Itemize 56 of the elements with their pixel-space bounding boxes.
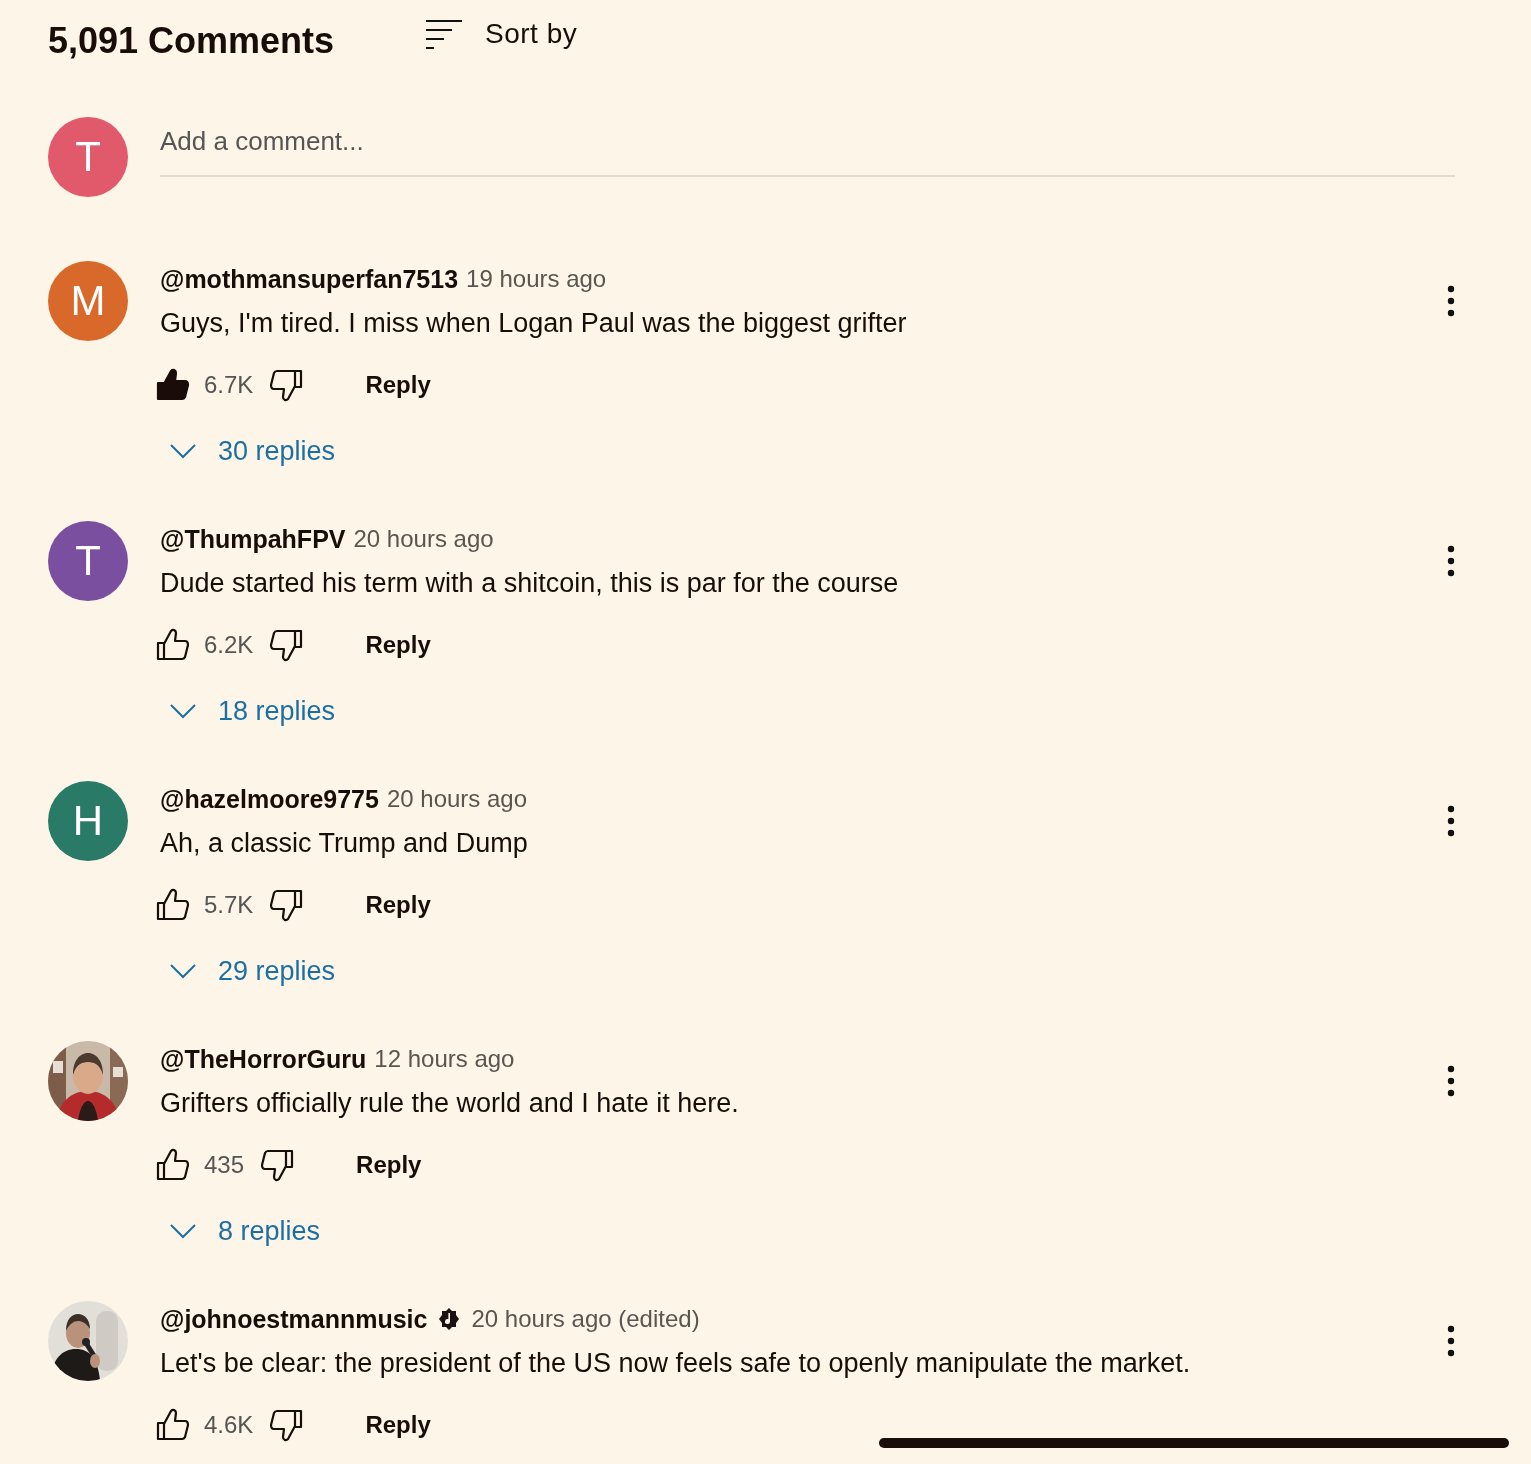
chevron-down-icon	[170, 963, 196, 979]
timestamp: 12 hours ago	[374, 1045, 515, 1073]
username-link[interactable]: @hazelmoore9775	[160, 784, 379, 814]
reply-button[interactable]: Reply	[365, 631, 431, 659]
more-options-icon[interactable]	[1447, 1325, 1455, 1357]
replies-toggle[interactable]: 8 replies	[160, 1203, 321, 1259]
more-options-icon[interactable]	[1447, 1065, 1455, 1097]
sort-icon	[425, 19, 463, 49]
chevron-down-icon	[170, 1223, 196, 1239]
chevron-down-icon	[170, 703, 196, 719]
like-count: 6.2K	[204, 631, 254, 659]
timestamp: 20 hours ago	[386, 785, 528, 813]
replies-toggle[interactable]: 18 replies	[160, 683, 336, 739]
thumbs-up-icon[interactable]	[156, 367, 192, 403]
thumbs-up-icon[interactable]	[156, 887, 192, 923]
replies-toggle[interactable]: 30 replies	[160, 423, 336, 479]
avatar: T	[48, 117, 128, 197]
thumbs-down-icon[interactable]	[267, 887, 304, 923]
username-link[interactable]: @ThumpahFPV	[160, 524, 346, 554]
replies-toggle[interactable]: 29 replies	[160, 943, 336, 999]
thumbs-down-icon[interactable]	[267, 367, 304, 403]
username-link[interactable]: @johnoestmannmusic	[160, 1304, 428, 1334]
comment-text: Dude started his term with a shitcoin, this is par for the course	[160, 567, 900, 600]
thumbs-up-icon[interactable]	[156, 1407, 192, 1443]
like-count: 5.7K	[204, 891, 254, 919]
timestamp: 19 hours ago	[466, 265, 607, 293]
thumbs-down-icon[interactable]	[267, 1407, 304, 1443]
more-options-icon[interactable]	[1447, 285, 1455, 317]
reply-button[interactable]: Reply	[365, 1411, 431, 1439]
reply-button[interactable]: Reply	[365, 371, 431, 399]
sort-button[interactable]: Sort by	[425, 18, 578, 50]
like-count: 4.6K	[204, 1411, 254, 1439]
username-link[interactable]: @TheHorrorGuru	[160, 1044, 367, 1074]
comment-field[interactable]: Add a comment...	[160, 117, 1455, 177]
thumbs-down-icon[interactable]	[267, 627, 304, 663]
comment-text: Let's be clear: the president of the US now feels safe to openly manipulate the market.	[160, 1347, 1192, 1380]
chevron-down-icon	[170, 443, 196, 459]
avatar: M	[48, 261, 128, 341]
more-options-icon[interactable]	[1447, 545, 1455, 577]
reply-button[interactable]: Reply	[356, 1151, 422, 1179]
avatar: H	[48, 781, 128, 861]
comments-count-title: 5,091 Comments	[48, 20, 336, 62]
timestamp: 20 hours ago (edited)	[471, 1305, 700, 1333]
more-options-icon[interactable]	[1447, 805, 1455, 837]
comment-text: Grifters officially rule the world and I hate it here.	[160, 1087, 740, 1120]
timestamp: 20 hours ago	[353, 525, 494, 553]
username-link[interactable]: @mothmansuperfan7513	[160, 264, 459, 294]
like-count: 6.7K	[204, 371, 254, 399]
reply-button[interactable]: Reply	[365, 891, 431, 919]
like-count: 435	[204, 1151, 245, 1179]
comment-text: Guys, I'm tired. I miss when Logan Paul was the biggest grifter	[160, 307, 908, 340]
thumbs-down-icon[interactable]	[258, 1147, 295, 1183]
thumbs-up-icon[interactable]	[156, 627, 192, 663]
avatar: T	[48, 521, 128, 601]
thumbs-up-icon[interactable]	[156, 1147, 192, 1183]
comment-text: Ah, a classic Trump and Dump	[160, 827, 529, 860]
